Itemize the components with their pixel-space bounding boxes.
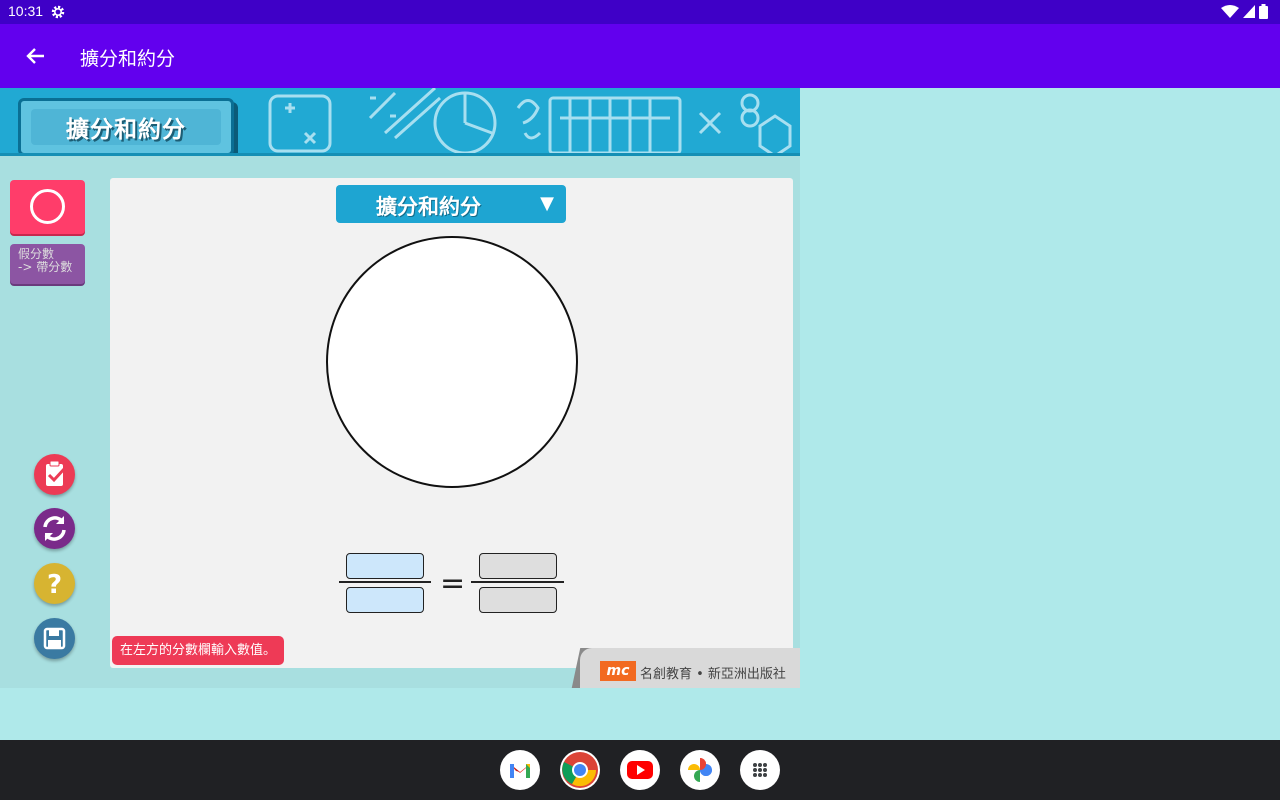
banner-title-plate: 擴分和約分 [18, 98, 234, 153]
svg-text:?: ? [47, 570, 62, 600]
status-bar: 10:31 [0, 0, 1280, 24]
refresh-button[interactable] [34, 508, 75, 549]
output-fraction-bar [471, 581, 564, 583]
fraction-circle [326, 236, 578, 488]
app-bar: 擴分和約分 [0, 24, 1280, 88]
equals-sign: = [440, 566, 466, 601]
save-icon [43, 627, 66, 650]
output-denominator-field [479, 587, 557, 613]
app-title: 擴分和約分 [80, 48, 176, 70]
hint-message: 在左方的分數欄輸入數值。 [112, 636, 285, 665]
help-icon: ? [47, 570, 62, 600]
app-content: 擴分和約分 假分數 -> 帶分數 ? 擴分和約分 ▼ = 在左方的分數欄輸入數值… [0, 88, 800, 688]
publisher-brand: mc 名創教育 • 新亞洲出版社 [580, 648, 800, 688]
output-numerator-field [479, 553, 557, 579]
input-fraction-bar [339, 581, 431, 583]
check-answer-button[interactable] [34, 454, 75, 495]
mode-dropdown[interactable]: 擴分和約分 ▼ [336, 185, 566, 223]
publisher-name: 名創教育 • 新亞洲出版社 [640, 667, 786, 682]
wifi-icon [1221, 4, 1239, 18]
banner-title: 擴分和約分 [31, 109, 221, 145]
battery-icon [1259, 4, 1268, 19]
mode-dropdown-value: 擴分和約分 [376, 195, 481, 219]
check-clipboard-icon [46, 460, 67, 486]
circle-shape-button[interactable] [10, 180, 85, 234]
chrome-icon[interactable] [560, 750, 600, 790]
taskbar [0, 740, 1280, 800]
signal-icon [1243, 4, 1255, 18]
status-time: 10:31 [8, 3, 44, 19]
save-button[interactable] [34, 618, 75, 659]
help-button[interactable]: ? [34, 563, 75, 604]
arrow-left-icon [26, 48, 44, 64]
input-denominator-field[interactable] [346, 587, 424, 613]
refresh-icon [43, 516, 66, 541]
workspace-panel: 擴分和約分 ▼ = 在左方的分數欄輸入數值。 [110, 178, 793, 668]
settings-gear-icon [51, 5, 65, 19]
input-numerator-field[interactable] [346, 553, 424, 579]
app-launcher-icon[interactable] [740, 750, 780, 790]
youtube-icon[interactable] [620, 750, 660, 790]
status-icons [1221, 4, 1268, 19]
chevron-down-icon: ▼ [540, 193, 554, 214]
improper-to-mixed-button[interactable]: 假分數 -> 帶分數 [10, 244, 85, 284]
convert-label-line2: -> 帶分數 [18, 260, 73, 274]
header-banner: 擴分和約分 [0, 88, 800, 156]
publisher-logo: mc [600, 661, 636, 681]
photos-icon[interactable] [680, 750, 720, 790]
gmail-icon[interactable] [500, 750, 540, 790]
circle-shape-icon [30, 189, 65, 224]
back-button[interactable] [22, 42, 50, 70]
